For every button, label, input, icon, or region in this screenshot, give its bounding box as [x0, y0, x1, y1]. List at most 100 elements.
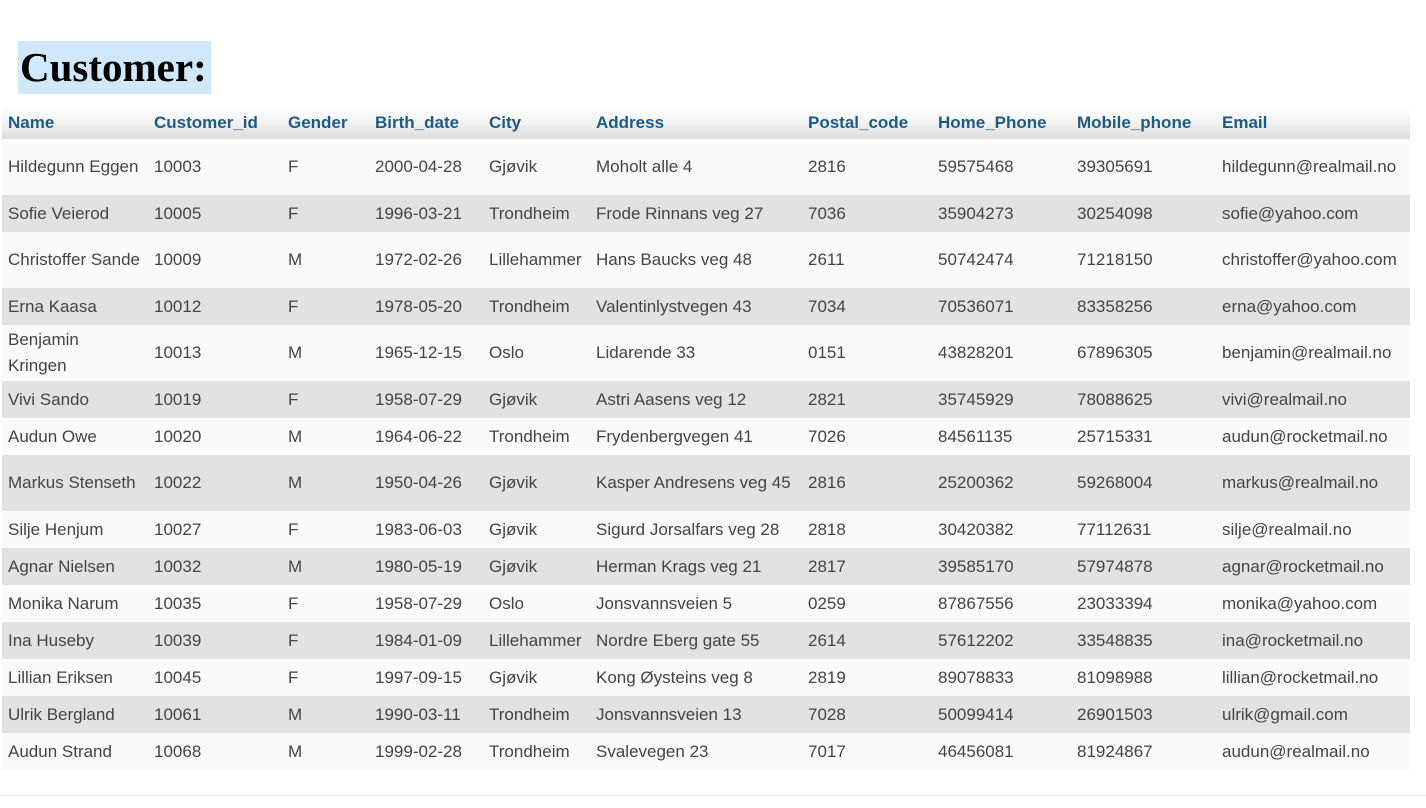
- table-row: Sofie Veierod 10005 F 1996-03-21 Trondheim Fr…: [2, 195, 1410, 232]
- cell-city: Trondheim: [483, 418, 590, 455]
- cell-home-phone: 50099414: [932, 696, 1071, 733]
- cell-home-phone: 35745929: [932, 381, 1071, 418]
- cell-birth-date: 1958-07-29: [369, 381, 483, 418]
- cell-birth-date: 1964-06-22: [369, 418, 483, 455]
- cell-customer-id: 10020: [148, 418, 282, 455]
- table-row: Lillian Eriksen 10045 F 1997-09-15 Gjøvik Kon…: [2, 659, 1410, 696]
- cell-customer-id: 10035: [148, 585, 282, 622]
- cell-name: Markus Stenseth: [2, 455, 148, 511]
- cell-gender: M: [282, 733, 369, 770]
- cell-mobile-phone: 77112631: [1071, 511, 1216, 548]
- cell-address: Hans Baucks veg 48: [590, 232, 802, 288]
- cell-customer-id: 10022: [148, 455, 282, 511]
- cell-city: Gjøvik: [483, 659, 590, 696]
- column-header-gender: Gender: [282, 107, 369, 139]
- cell-customer-id: 10068: [148, 733, 282, 770]
- cell-birth-date: 1958-07-29: [369, 585, 483, 622]
- cell-address: Moholt alle 4: [590, 139, 802, 195]
- cell-gender: F: [282, 288, 369, 325]
- cell-email: agnar@rocketmail.no: [1216, 548, 1410, 585]
- cell-gender: M: [282, 548, 369, 585]
- cell-gender: F: [282, 139, 369, 195]
- cell-birth-date: 1950-04-26: [369, 455, 483, 511]
- cell-postal-code: 7017: [802, 733, 932, 770]
- cell-postal-code: 2816: [802, 455, 932, 511]
- cell-name: Sofie Veierod: [2, 195, 148, 232]
- cell-city: Trondheim: [483, 696, 590, 733]
- cell-mobile-phone: 26901503: [1071, 696, 1216, 733]
- cell-email: lillian@rocketmail.no: [1216, 659, 1410, 696]
- cell-postal-code: 2819: [802, 659, 932, 696]
- cell-customer-id: 10005: [148, 195, 282, 232]
- cell-address: Jonsvannsveien 13: [590, 696, 802, 733]
- cell-mobile-phone: 23033394: [1071, 585, 1216, 622]
- cell-name: Benjamin Kringen: [2, 325, 148, 381]
- table-header: Name Customer_id Gender Birth_date City …: [2, 107, 1410, 139]
- column-header-birth-date: Birth_date: [369, 107, 483, 139]
- column-header-city: City: [483, 107, 590, 139]
- table-row: Markus Stenseth 10022 M 1950-04-26 Gjøvik Kas…: [2, 455, 1410, 511]
- cell-postal-code: 2817: [802, 548, 932, 585]
- cell-email: markus@realmail.no: [1216, 455, 1410, 511]
- cell-gender: M: [282, 232, 369, 288]
- cell-mobile-phone: 25715331: [1071, 418, 1216, 455]
- cell-birth-date: 1997-09-15: [369, 659, 483, 696]
- table-row: Vivi Sando 10019 F 1958-07-29 Gjøvik Astri Aa…: [2, 381, 1410, 418]
- cell-home-phone: 59575468: [932, 139, 1071, 195]
- table-row: Ulrik Bergland 10061 M 1990-03-11 Trondheim J…: [2, 696, 1410, 733]
- cell-birth-date: 1990-03-11: [369, 696, 483, 733]
- cell-gender: F: [282, 622, 369, 659]
- cell-address: Valentinlystvegen 43: [590, 288, 802, 325]
- cell-mobile-phone: 83358256: [1071, 288, 1216, 325]
- cell-email: erna@yahoo.com: [1216, 288, 1410, 325]
- cell-home-phone: 50742474: [932, 232, 1071, 288]
- table-row: Erna Kaasa 10012 F 1978-05-20 Trondheim Valen…: [2, 288, 1410, 325]
- cell-postal-code: 7034: [802, 288, 932, 325]
- cell-home-phone: 84561135: [932, 418, 1071, 455]
- column-header-home-phone: Home_Phone: [932, 107, 1071, 139]
- cell-city: Trondheim: [483, 195, 590, 232]
- cell-postal-code: 2816: [802, 139, 932, 195]
- cell-postal-code: 0151: [802, 325, 932, 381]
- cell-birth-date: 1999-02-28: [369, 733, 483, 770]
- cell-name: Hildegunn Eggen: [2, 139, 148, 195]
- cell-birth-date: 2000-04-28: [369, 139, 483, 195]
- cell-customer-id: 10045: [148, 659, 282, 696]
- cell-email: vivi@realmail.no: [1216, 381, 1410, 418]
- cell-customer-id: 10019: [148, 381, 282, 418]
- cell-customer-id: 10013: [148, 325, 282, 381]
- cell-email: audun@rocketmail.no: [1216, 418, 1410, 455]
- cell-postal-code: 2821: [802, 381, 932, 418]
- cell-birth-date: 1972-02-26: [369, 232, 483, 288]
- cell-address: Frydenbergvegen 41: [590, 418, 802, 455]
- cell-customer-id: 10027: [148, 511, 282, 548]
- column-header-postal-code: Postal_code: [802, 107, 932, 139]
- cell-gender: F: [282, 381, 369, 418]
- cell-birth-date: 1983-06-03: [369, 511, 483, 548]
- cell-home-phone: 46456081: [932, 733, 1071, 770]
- header-row: Name Customer_id Gender Birth_date City …: [2, 107, 1410, 139]
- cell-customer-id: 10003: [148, 139, 282, 195]
- cell-name: Silje Henjum: [2, 511, 148, 548]
- cell-address: Frode Rinnans veg 27: [590, 195, 802, 232]
- table-row: Christoffer Sande 10009 M 1972-02-26 Lilleha…: [2, 232, 1410, 288]
- table-body: Hildegunn Eggen 10003 F 2000-04-28 Gjøvik Moh…: [2, 139, 1410, 770]
- column-header-name: Name: [2, 107, 148, 139]
- cell-email: sofie@yahoo.com: [1216, 195, 1410, 232]
- table-row: Agnar Nielsen 10032 M 1980-05-19 Gjøvik Herma…: [2, 548, 1410, 585]
- cell-address: Kong Øysteins veg 8: [590, 659, 802, 696]
- cell-name: Erna Kaasa: [2, 288, 148, 325]
- cell-home-phone: 87867556: [932, 585, 1071, 622]
- cell-name: Agnar Nielsen: [2, 548, 148, 585]
- cell-city: Gjøvik: [483, 455, 590, 511]
- column-header-mobile-phone: Mobile_phone: [1071, 107, 1216, 139]
- cell-email: christoffer@yahoo.com: [1216, 232, 1410, 288]
- cell-postal-code: 7036: [802, 195, 932, 232]
- cell-address: Sigurd Jorsalfars veg 28: [590, 511, 802, 548]
- cell-mobile-phone: 81098988: [1071, 659, 1216, 696]
- table-row: Ina Huseby 10039 F 1984-01-09 Lillehammer Nor…: [2, 622, 1410, 659]
- cell-customer-id: 10039: [148, 622, 282, 659]
- column-header-customer-id: Customer_id: [148, 107, 282, 139]
- cell-name: Monika Narum: [2, 585, 148, 622]
- cell-name: Audun Owe: [2, 418, 148, 455]
